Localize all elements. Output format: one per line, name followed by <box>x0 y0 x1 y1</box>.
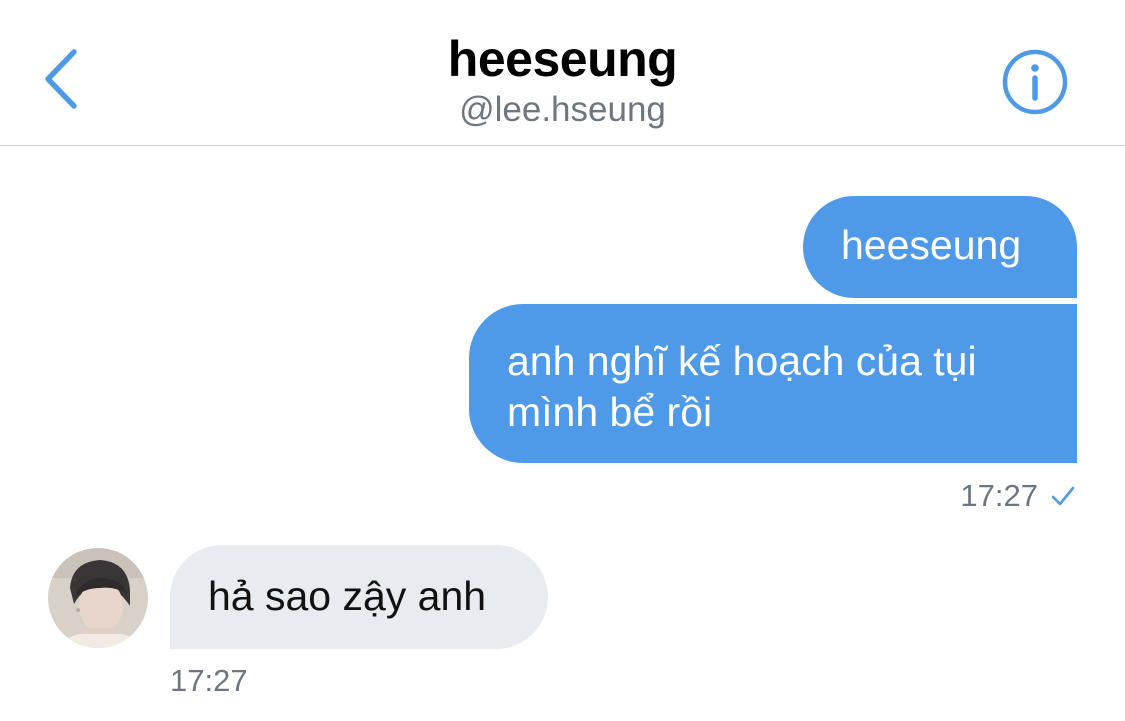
message-text: anh nghĩ kế hoạch của tụi mình bể rồi <box>507 338 977 435</box>
message-text: heeseung <box>841 222 1022 268</box>
conversation-header: heeseung @lee.hseung <box>0 0 1125 146</box>
user-handle[interactable]: @lee.hseung <box>0 90 1125 130</box>
message-bubble-outgoing[interactable]: heeseung <box>803 196 1077 298</box>
user-avatar[interactable] <box>48 548 148 648</box>
checkmark-icon <box>1051 486 1075 506</box>
message-bubble-incoming[interactable]: hả sao zậy anh <box>170 545 548 649</box>
info-button[interactable] <box>996 43 1074 121</box>
conversation-title[interactable]: heeseung <box>0 30 1125 88</box>
message-meta-outgoing: 17:27 <box>930 476 1076 516</box>
message-timestamp: 17:27 <box>960 478 1038 513</box>
message-text: hả sao zậy anh <box>208 573 487 619</box>
info-circle-icon <box>1002 49 1068 115</box>
message-bubble-outgoing[interactable]: anh nghĩ kế hoạch của tụi mình bể rồi <box>469 304 1077 463</box>
dm-conversation-screen: heeseung @lee.hseung heeseung anh nghĩ k… <box>0 0 1125 721</box>
avatar-photo <box>48 548 148 648</box>
message-timestamp: 17:27 <box>170 663 248 698</box>
